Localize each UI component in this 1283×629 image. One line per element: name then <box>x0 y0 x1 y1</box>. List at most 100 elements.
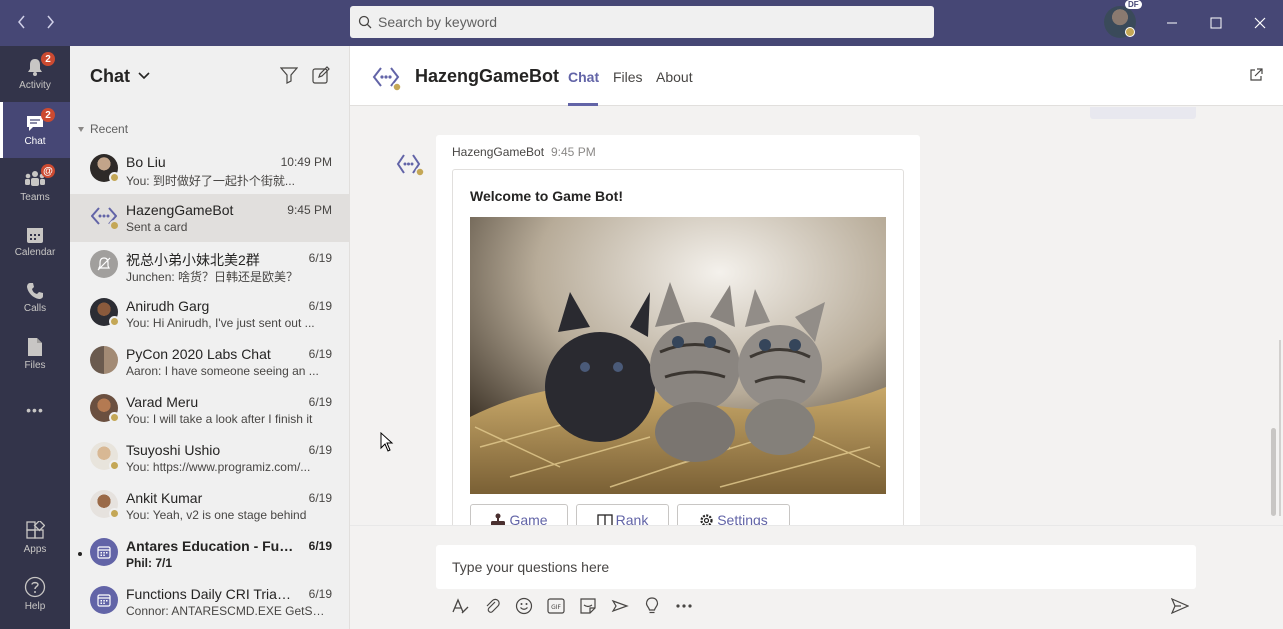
attach-icon[interactable] <box>482 596 502 616</box>
conversation-title: HazengGameBot <box>415 66 560 86</box>
muted-icon <box>90 250 118 278</box>
new-chat-icon[interactable] <box>312 66 330 89</box>
format-icon[interactable] <box>450 596 470 616</box>
phone-icon <box>27 283 43 299</box>
chat-preview: You: 到时做好了一起扑个街就... <box>126 174 295 188</box>
search-icon <box>358 15 372 29</box>
scroll-track[interactable] <box>1279 340 1281 516</box>
chat-preview: Sent a card <box>126 220 188 234</box>
scrollbar-thumb[interactable] <box>1271 428 1276 516</box>
section-label: Recent <box>90 122 129 136</box>
chevron-down-icon[interactable] <box>138 68 150 86</box>
adaptive-card: Welcome to Game Bot! <box>452 169 904 525</box>
chat-name: Varad Meru <box>126 394 199 410</box>
send-icon[interactable] <box>1170 596 1190 616</box>
meet-now-icon[interactable] <box>610 596 630 616</box>
chat-item-functions-daily[interactable]: Functions Daily CRI Triage... Connor: AN… <box>70 578 349 626</box>
minimize-button[interactable] <box>1161 12 1183 34</box>
status-away-icon <box>109 220 120 231</box>
message-input-placeholder: Type your questions here <box>452 559 610 575</box>
chat-time: 6/19 <box>308 299 332 313</box>
chat-item-antares-education[interactable]: Antares Education - Fun... Phil: 7/1 6/1… <box>70 530 349 578</box>
chat-item-tsuyoshi-ushio[interactable]: Tsuyoshi Ushio You: https://www.programi… <box>70 434 349 482</box>
back-arrow-icon[interactable] <box>12 10 32 34</box>
maximize-button[interactable] <box>1205 12 1227 34</box>
active-tab-indicator <box>568 103 598 106</box>
rail-item-help[interactable]: Help <box>0 566 70 622</box>
chat-name: 祝总小弟小妹北美2群 <box>126 252 260 268</box>
chat-time: 6/19 <box>308 587 332 601</box>
chat-item-hazenggamebot[interactable]: HazengGameBot Sent a card 9:45 PM <box>70 194 349 242</box>
chat-name: Anirudh Garg <box>126 298 210 314</box>
svg-text:GIF: GIF <box>551 604 561 611</box>
chat-item-group-chat[interactable]: 祝总小弟小妹北美2群 Junchen: 啥货？日韩还是欧美？ 6/19 <box>70 242 349 290</box>
bot-icon <box>372 64 402 97</box>
chat-name: Antares Education - Fun... <box>126 538 296 554</box>
chat-time: 6/19 <box>308 251 332 265</box>
message-input[interactable]: Type your questions here <box>436 545 1196 589</box>
tab-chat[interactable]: Chat <box>568 69 599 85</box>
group-avatar <box>90 346 118 374</box>
chat-item-bo-liu[interactable]: Bo Liu You: 到时做好了一起扑个街就... 10:49 PM <box>70 146 349 194</box>
chat-preview: You: I will take a look after I finish i… <box>126 412 313 426</box>
conversation-header: HazengGameBot Chat Files About <box>350 46 1283 106</box>
rail-item-files[interactable]: Files <box>0 326 70 382</box>
filter-icon[interactable] <box>279 66 299 89</box>
sticker-icon[interactable] <box>578 596 598 616</box>
status-away-icon <box>109 412 120 423</box>
status-away-icon <box>109 316 120 327</box>
emoji-icon[interactable] <box>514 596 534 616</box>
chat-time: 6/19 <box>308 539 332 553</box>
tab-about[interactable]: About <box>656 69 693 85</box>
chat-time: 10:49 PM <box>280 155 332 169</box>
message-area: HazengGameBot 9:45 PM Welcome to Game Bo… <box>350 107 1270 525</box>
chat-time: 6/19 <box>308 491 332 505</box>
section-recent[interactable]: Recent <box>78 122 128 136</box>
meeting-icon <box>90 586 118 614</box>
chat-item-varad-meru[interactable]: Varad Meru You: I will take a look after… <box>70 386 349 434</box>
forward-arrow-icon[interactable] <box>40 10 60 34</box>
chat-name: Tsuyoshi Ushio <box>126 442 221 458</box>
chat-time: 9:45 PM <box>287 203 332 217</box>
rail-item-calendar[interactable]: Calendar <box>0 214 70 270</box>
rail-more-button[interactable]: ••• <box>0 382 70 438</box>
praise-icon[interactable] <box>642 596 662 616</box>
meeting-icon <box>90 538 118 566</box>
popout-icon[interactable] <box>1249 68 1263 87</box>
rail-item-chat[interactable]: Chat 2 <box>0 102 70 158</box>
chat-preview: Aaron: I have someone seeing an ... <box>126 364 319 378</box>
chat-item-anirudh-garg[interactable]: Anirudh Garg You: Hi Anirudh, I've just … <box>70 290 349 338</box>
chat-name: Functions Daily CRI Triage... <box>126 586 296 602</box>
chat-name: PyCon 2020 Labs Chat <box>126 346 271 362</box>
rail-item-apps[interactable]: Apps <box>0 510 70 566</box>
calendar-icon <box>27 228 43 243</box>
chat-time: 6/19 <box>308 443 332 457</box>
collapse-triangle-icon <box>78 126 84 132</box>
chat-name: HazengGameBot <box>126 202 234 218</box>
previous-message-edge <box>1090 107 1196 119</box>
message-time: 9:45 PM <box>551 145 596 159</box>
chat-item-pycon-labs[interactable]: PyCon 2020 Labs Chat Aaron: I have someo… <box>70 338 349 386</box>
chat-preview: Connor: ANTARESCMD.EXE GetSit... <box>126 604 326 618</box>
rail-label: Files <box>24 360 46 371</box>
status-away-icon <box>109 508 120 519</box>
chat-item-ankit-kumar[interactable]: Ankit Kumar You: Yeah, v2 is one stage b… <box>70 482 349 530</box>
tab-files[interactable]: Files <box>613 69 643 85</box>
rail-item-activity[interactable]: Activity 2 <box>0 46 70 102</box>
rail-label: Teams <box>20 192 50 203</box>
rail-item-calls[interactable]: Calls <box>0 270 70 326</box>
chat-list-title: Chat <box>90 66 130 86</box>
chat-name: Ankit Kumar <box>126 490 203 506</box>
chat-preview: You: Hi Anirudh, I've just sent out ... <box>126 316 315 330</box>
chat-preview: Junchen: 啥货？日韩还是欧美？ <box>126 270 299 284</box>
rail-label: Activity <box>19 80 51 91</box>
unread-indicator <box>78 552 82 556</box>
gif-icon[interactable]: GIF <box>546 596 566 616</box>
file-icon <box>28 338 42 356</box>
rail-item-teams[interactable]: Teams @ <box>0 158 70 214</box>
activity-badge: 2 <box>41 52 55 66</box>
close-button[interactable] <box>1249 12 1271 34</box>
chat-preview: You: https://www.programiz.com/... <box>126 460 311 474</box>
more-options-icon[interactable] <box>674 596 694 616</box>
search-input[interactable]: Search by keyword <box>350 6 934 38</box>
